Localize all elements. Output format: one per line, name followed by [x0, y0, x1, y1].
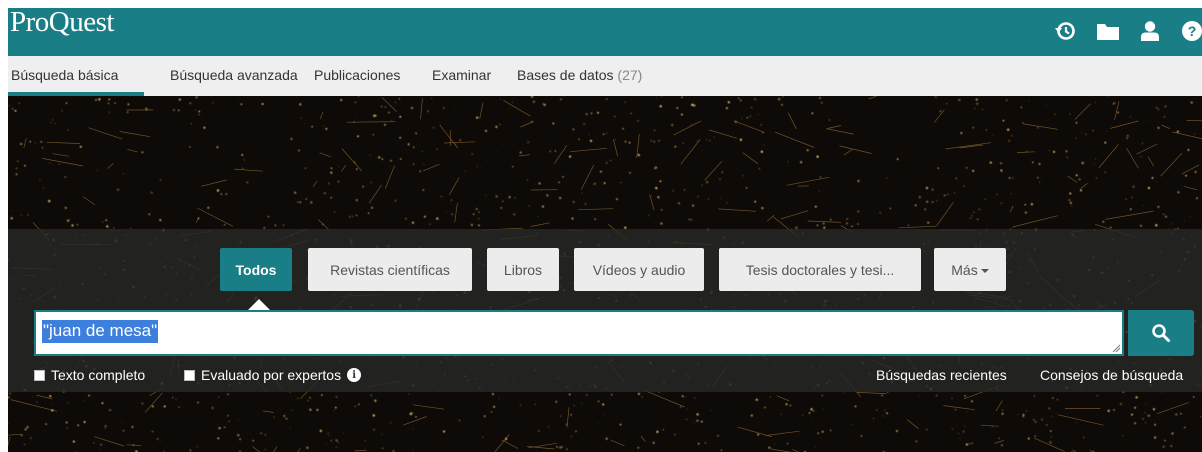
recent-searches-link[interactable]: Búsquedas recientes [876, 367, 1007, 383]
peer-reviewed-option: Evaluado por expertos i [184, 367, 362, 383]
tab-publications[interactable]: Publicaciones [314, 67, 400, 83]
proquest-page: ProQuest ? Búsqueda básica Búsqueda avan… [8, 8, 1202, 452]
search-query-text[interactable]: "juan de mesa" [42, 320, 159, 343]
tab-databases[interactable]: Bases de datos (27) [517, 67, 642, 83]
user-icon[interactable] [1136, 18, 1164, 44]
full-text-option: Texto completo [34, 367, 145, 383]
search-tips-link[interactable]: Consejos de búsqueda [1040, 367, 1183, 383]
active-filter-pointer [248, 299, 270, 310]
filter-more-label: Más [951, 261, 978, 278]
filter-video-audio[interactable]: Vídeos y audio [574, 248, 704, 291]
main-nav: Búsqueda básica Búsqueda avanzada Public… [8, 56, 1202, 96]
tab-advanced-search[interactable]: Búsqueda avanzada [170, 67, 298, 83]
databases-count: (27) [617, 67, 643, 83]
peer-reviewed-checkbox[interactable] [184, 369, 195, 381]
filter-dissertations[interactable]: Tesis doctorales y tesi... [719, 248, 921, 291]
tab-basic-search[interactable]: Búsqueda básica [11, 67, 118, 83]
search-icon [1152, 324, 1170, 342]
filter-books[interactable]: Libros [487, 248, 559, 291]
folder-icon[interactable] [1094, 18, 1122, 44]
full-text-checkbox[interactable] [34, 369, 45, 381]
svg-text:?: ? [1188, 23, 1197, 39]
tab-browse[interactable]: Examinar [432, 67, 491, 83]
proquest-logo[interactable]: ProQuest [10, 8, 114, 39]
history-icon[interactable] [1051, 18, 1079, 44]
caret-down-icon [980, 268, 989, 273]
help-icon[interactable]: ? [1178, 18, 1202, 44]
filter-all[interactable]: Todos [220, 248, 292, 291]
tab-databases-label: Bases de datos [517, 67, 614, 83]
search-input[interactable]: "juan de mesa" [34, 310, 1124, 356]
header-bar: ProQuest ? [8, 8, 1202, 56]
search-button[interactable] [1128, 310, 1194, 356]
peer-reviewed-label[interactable]: Evaluado por expertos [201, 367, 341, 383]
hero-banner: Todos Revistas científicas Libros Vídeos… [8, 96, 1202, 452]
resize-handle-icon[interactable] [1112, 344, 1120, 352]
filter-scholarly-journals[interactable]: Revistas científicas [308, 248, 472, 291]
info-icon[interactable]: i [347, 368, 362, 382]
full-text-label[interactable]: Texto completo [51, 367, 145, 383]
filter-more[interactable]: Más [934, 248, 1006, 291]
